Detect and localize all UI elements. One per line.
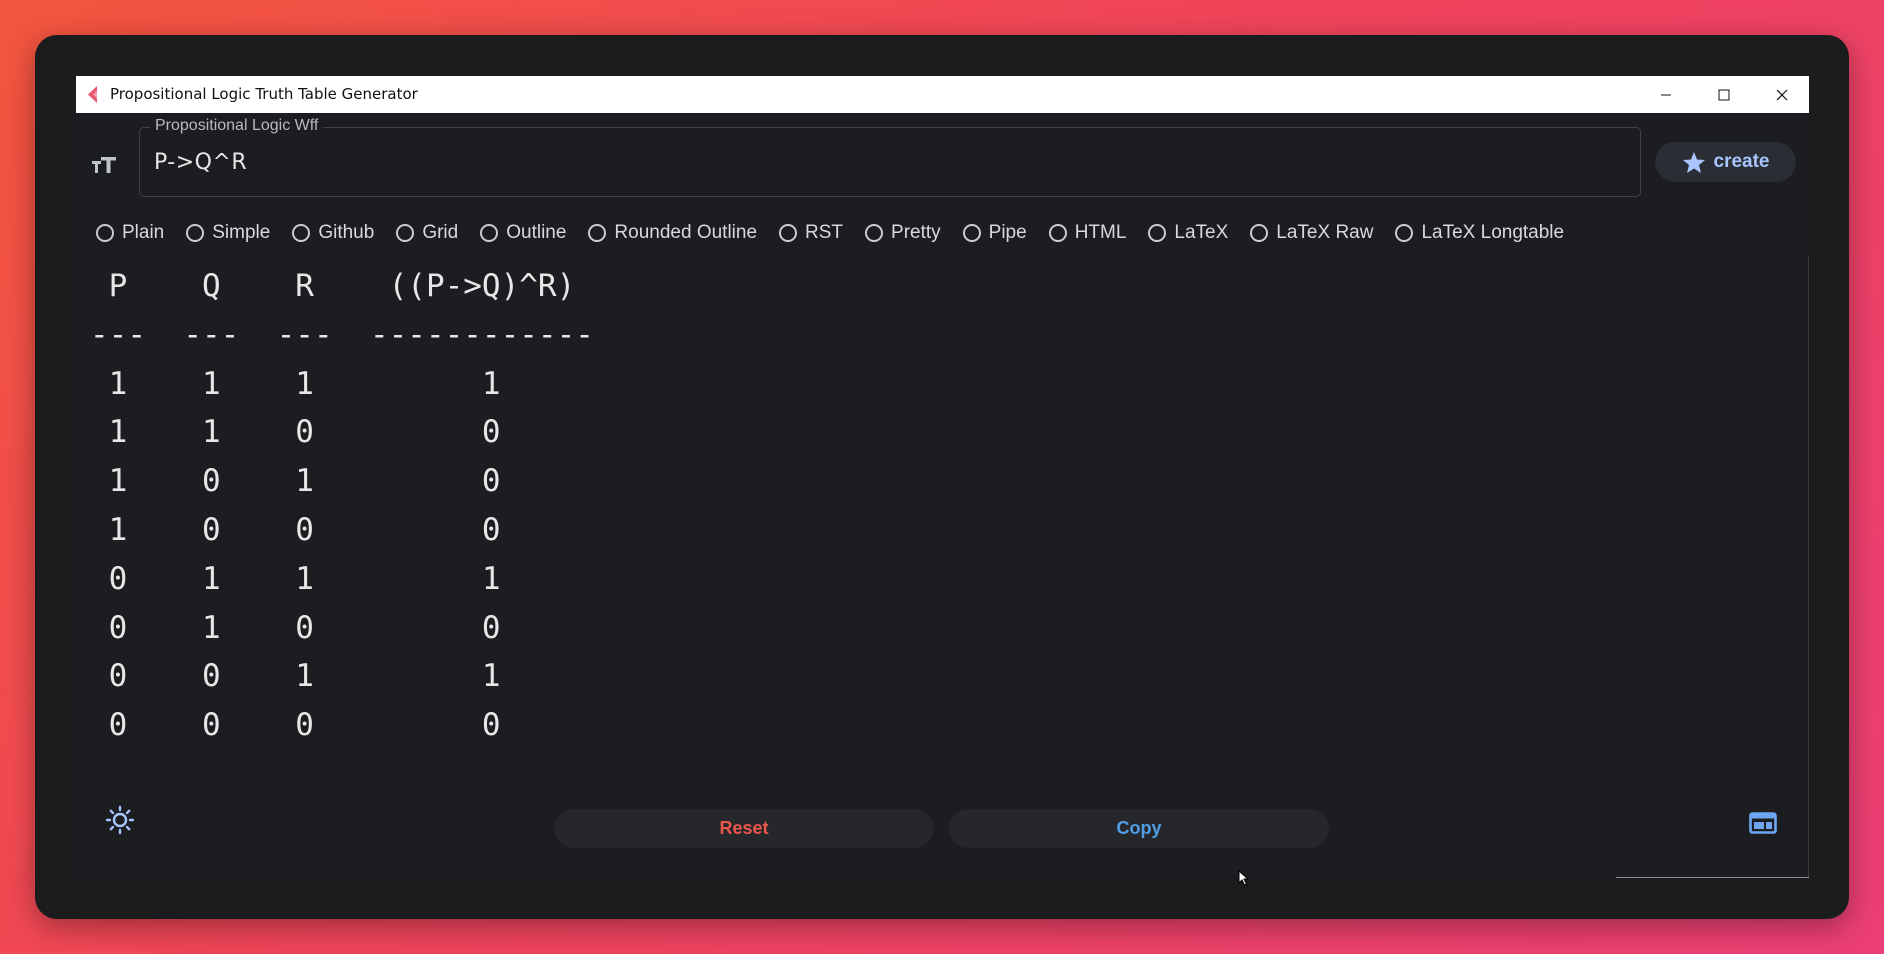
truth-table-output: P Q R ((P->Q)^R) --- --- --- -----------… (90, 268, 594, 744)
radio-button[interactable] (96, 224, 114, 242)
format-option-simple[interactable]: Simple (186, 222, 270, 244)
title-bar[interactable]: Propositional Logic Truth Table Generato… (76, 76, 1809, 113)
reset-button[interactable]: Reset (554, 809, 934, 848)
app-logo-icon (88, 86, 97, 103)
maximize-icon (1718, 89, 1730, 100)
wff-input-field[interactable]: Propositional Logic Wff (139, 117, 1641, 197)
minimize-button[interactable] (1637, 76, 1695, 113)
wff-input-label: Propositional Logic Wff (150, 117, 324, 135)
format-option-outline[interactable]: Outline (480, 222, 566, 244)
format-option-html[interactable]: HTML (1048, 222, 1126, 244)
panel-divider-bottom (1616, 877, 1809, 878)
format-option-latex[interactable]: LaTeX (1148, 222, 1228, 244)
minimize-icon (1661, 94, 1671, 95)
radio-button[interactable] (1395, 224, 1414, 242)
format-option-pipe[interactable]: Pipe (962, 222, 1027, 244)
radio-button[interactable] (865, 224, 884, 242)
close-icon (1776, 89, 1788, 100)
copy-button[interactable]: Copy (949, 809, 1329, 848)
text-size-button[interactable] (84, 145, 124, 185)
mouse-cursor-icon (1238, 870, 1250, 886)
app-window: Propositional Logic Truth Table Generato… (76, 76, 1809, 878)
radio-button[interactable] (1148, 224, 1167, 242)
radio-button[interactable] (588, 224, 607, 242)
create-button[interactable]: create (1655, 142, 1796, 182)
close-button[interactable] (1753, 76, 1809, 113)
radio-button[interactable] (1250, 224, 1269, 242)
format-option-rounded-outline[interactable]: Rounded Outline (588, 222, 757, 244)
radio-button[interactable] (480, 224, 499, 242)
sun-icon (105, 805, 135, 835)
format-option-rst[interactable]: RST (779, 222, 843, 244)
star-icon (1682, 151, 1705, 173)
maximize-button[interactable] (1695, 76, 1753, 113)
format-radio-group: Plain Simple Github Grid Outline Rounded… (96, 216, 1586, 250)
radio-button[interactable] (1048, 224, 1067, 242)
radio-button[interactable] (186, 224, 205, 242)
web-layout-icon (1749, 812, 1777, 834)
format-option-latex-longtable[interactable]: LaTeX Longtable (1395, 222, 1564, 244)
layout-button[interactable] (1746, 806, 1780, 840)
radio-button[interactable] (962, 224, 981, 242)
theme-toggle-button[interactable] (104, 804, 136, 836)
format-option-grid[interactable]: Grid (396, 222, 458, 244)
radio-button[interactable] (292, 224, 311, 242)
text-size-icon (92, 157, 116, 173)
panel-divider (1808, 256, 1809, 878)
radio-button[interactable] (779, 224, 798, 242)
wff-input[interactable] (154, 142, 1624, 182)
format-option-pretty[interactable]: Pretty (865, 222, 941, 244)
radio-button[interactable] (396, 224, 415, 242)
window-title: Propositional Logic Truth Table Generato… (110, 85, 418, 103)
create-button-label: create (1713, 151, 1770, 172)
format-option-plain[interactable]: Plain (96, 222, 164, 244)
format-option-github[interactable]: Github (292, 222, 374, 244)
format-option-latex-raw[interactable]: LaTeX Raw (1250, 222, 1373, 244)
